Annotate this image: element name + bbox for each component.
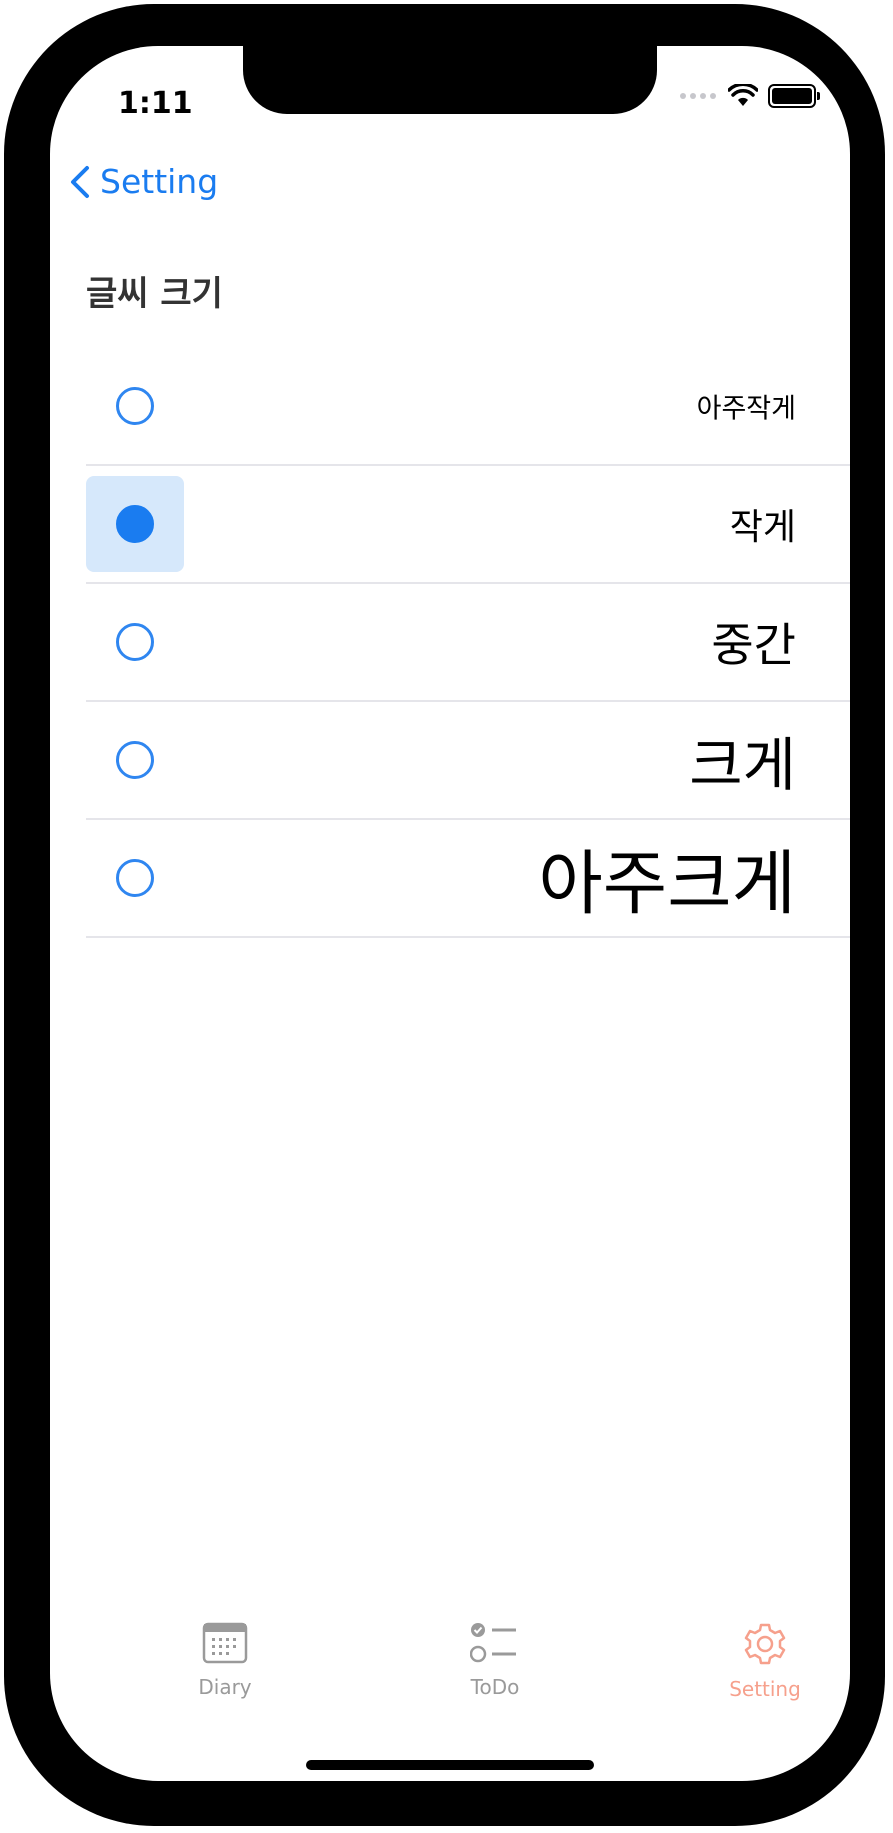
status-time: 1:11 (118, 86, 193, 121)
status-indicators (680, 84, 820, 108)
back-button[interactable]: Setting (70, 162, 218, 201)
radio-circle-icon (116, 623, 154, 661)
checklist-icon (470, 1623, 516, 1663)
phone-frame: 1:11 Setting 글씨 크기 아주작게 작게 중간 크게 아주크게 Di… (4, 4, 885, 1826)
gear-icon (744, 1623, 786, 1665)
tab-diary[interactable]: Diary (145, 1621, 305, 1699)
tab-label: Setting (729, 1677, 801, 1701)
radio-button-selected[interactable] (86, 476, 184, 572)
radio-filled-icon (116, 505, 154, 543)
calendar-icon (202, 1622, 248, 1664)
radio-circle-icon (116, 859, 154, 897)
tab-todo[interactable]: ToDo (415, 1621, 575, 1699)
option-row-large[interactable]: 크게 (86, 702, 850, 820)
chevron-left-icon (71, 165, 89, 198)
option-label: 크게 (689, 731, 796, 799)
radio-button[interactable] (86, 594, 184, 690)
tab-setting[interactable]: Setting (685, 1621, 845, 1701)
section-title: 글씨 크기 (86, 274, 223, 314)
wifi-icon (728, 84, 758, 106)
option-row-very-small[interactable]: 아주작게 (86, 348, 850, 466)
option-row-medium[interactable]: 중간 (86, 584, 850, 702)
option-label: 작게 (729, 507, 796, 548)
notch (243, 46, 657, 114)
radio-button[interactable] (86, 358, 184, 454)
screen: 1:11 Setting 글씨 크기 아주작게 작게 중간 크게 아주크게 Di… (50, 46, 850, 1781)
radio-button[interactable] (86, 830, 184, 926)
battery-icon (768, 84, 820, 108)
back-button-label: Setting (100, 162, 219, 201)
option-row-small[interactable]: 작게 (86, 466, 850, 584)
option-label: 아주크게 (538, 842, 796, 925)
tab-label: ToDo (470, 1675, 520, 1699)
option-label: 아주작게 (696, 393, 796, 425)
tab-label: Diary (198, 1675, 252, 1699)
home-indicator (306, 1760, 594, 1770)
radio-circle-icon (116, 741, 154, 779)
tab-bar: Diary ToDo Setting (50, 1621, 850, 1741)
radio-button[interactable] (86, 712, 184, 808)
font-size-options: 아주작게 작게 중간 크게 아주크게 (86, 348, 850, 938)
radio-circle-icon (116, 387, 154, 425)
option-label: 중간 (711, 618, 796, 672)
option-row-very-large[interactable]: 아주크게 (86, 820, 850, 938)
signal-icon (680, 93, 716, 99)
